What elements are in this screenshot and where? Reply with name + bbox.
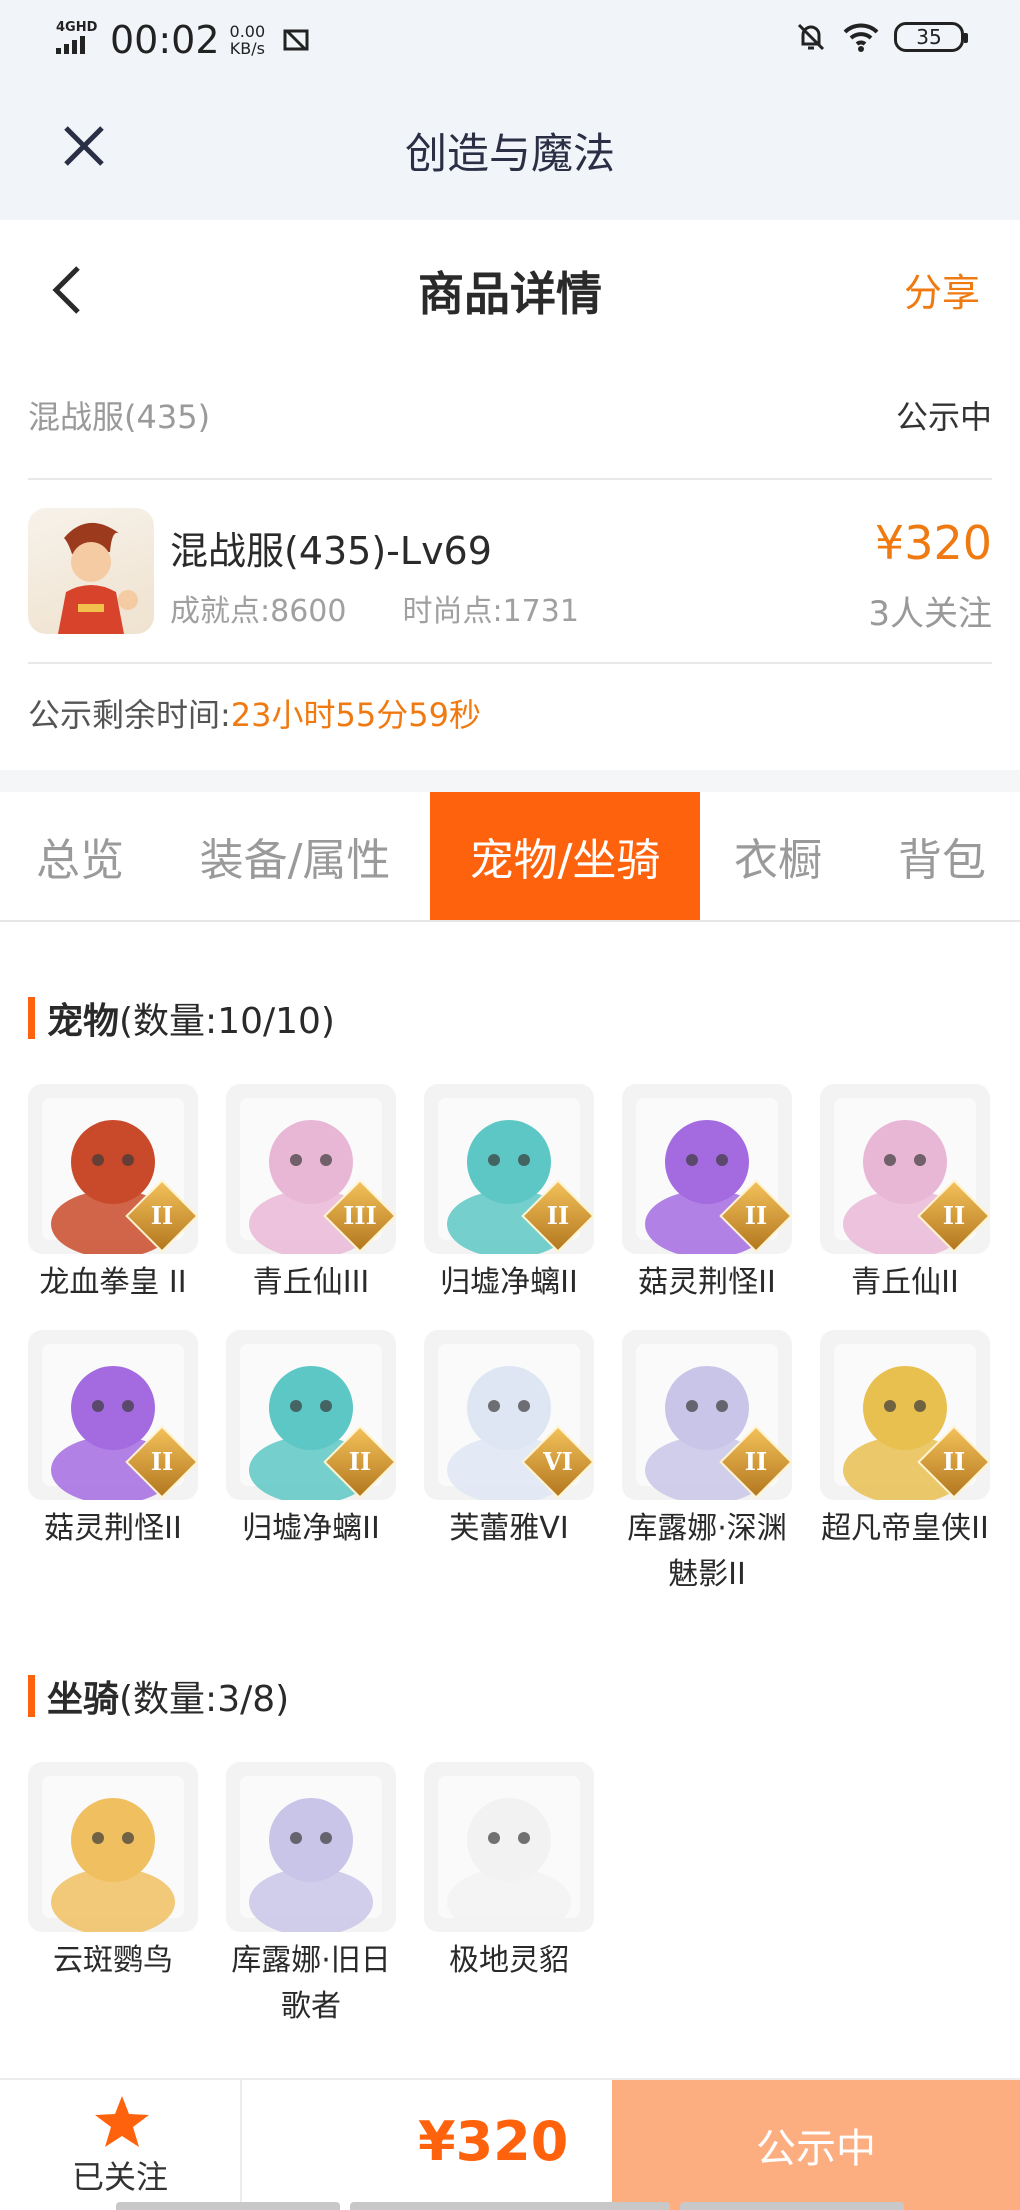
battery-indicator: 35 (894, 22, 968, 52)
star-icon (95, 2096, 149, 2147)
mount-thumbnail (226, 1762, 396, 1932)
server-name: 混战服(435) (28, 398, 211, 436)
nav-handle (350, 2202, 670, 2210)
pet-thumbnail: II (622, 1330, 792, 1500)
pets-section-title: 宠物 (数量:10/10) (28, 992, 335, 1044)
pet-item[interactable]: II 超凡帝皇侠II (820, 1330, 990, 1552)
achievement-points: 成就点:8600 (170, 594, 347, 629)
pet-thumbnail: II (28, 1330, 198, 1500)
pet-item[interactable]: VI 芙蕾雅VI (424, 1330, 594, 1552)
mount-name: 库露娜·旧日歌者 (231, 1943, 391, 2024)
pet-name: 归墟净螭II (242, 1511, 380, 1546)
mount-thumbnail (424, 1762, 594, 1932)
pet-name: 超凡帝皇侠II (821, 1511, 989, 1546)
signal-icon: 4GHD (56, 20, 98, 60)
tab-wardrobe[interactable]: 衣橱 (700, 792, 856, 920)
pet-item[interactable]: II 库露娜·深渊魅影II (622, 1330, 792, 1598)
pet-thumbnail: II (622, 1084, 792, 1254)
tab-bar: 总览 装备/属性 宠物/坐骑 衣橱 背包 (0, 792, 1020, 922)
network-speed: 0.00 KB/s (229, 22, 266, 58)
mounts-count: (数量:3/8) (119, 1679, 290, 1720)
server-row: 混战服(435) 公示中 (28, 390, 992, 440)
page-title: 商品详情 (418, 267, 602, 321)
character-stats: 成就点:8600 时尚点:1731 (170, 586, 579, 630)
wifi-icon (843, 23, 879, 52)
follow-label: 已关注 (71, 2158, 168, 2196)
listing-status: 公示中 (895, 398, 992, 436)
pet-thumbnail: II (820, 1330, 990, 1500)
pet-name: 菇灵荆怪II (638, 1265, 776, 1300)
pet-name: 青丘仙III (252, 1265, 370, 1300)
pet-item[interactable]: II 龙血拳皇 II (28, 1084, 198, 1306)
pet-name: 归墟净螭II (440, 1265, 578, 1300)
mount-item[interactable]: 库露娜·旧日歌者 (226, 1762, 396, 2030)
pet-thumbnail: II (820, 1084, 990, 1254)
network-type: 4GHD (56, 20, 98, 35)
divider (28, 478, 992, 480)
pet-item[interactable]: II 归墟净螭II (226, 1330, 396, 1552)
remaining-time: 公示剩余时间:23小时55分59秒 (28, 696, 481, 734)
pet-thumbnail: II (424, 1084, 594, 1254)
pet-name: 菇灵荆怪II (44, 1511, 182, 1546)
pet-item[interactable]: II 菇灵荆怪II (622, 1084, 792, 1306)
app-bar: 创造与魔法 (0, 80, 1020, 220)
pet-thumbnail: II (28, 1084, 198, 1254)
mute-bell-icon (797, 23, 825, 51)
section-gap (0, 770, 1020, 792)
pet-name: 龙血拳皇 II (39, 1265, 187, 1300)
pet-thumbnail: II (226, 1330, 396, 1500)
nav-handle (680, 2202, 904, 2210)
status-time: 00:02 (110, 18, 220, 62)
pet-item[interactable]: II 归墟净螭II (424, 1084, 594, 1306)
mount-thumbnail (28, 1762, 198, 1932)
pet-item[interactable]: III 青丘仙III (226, 1084, 396, 1306)
pet-item[interactable]: II 青丘仙II (820, 1084, 990, 1306)
tab-equipment[interactable]: 装备/属性 (168, 792, 422, 920)
nav-handle (116, 2202, 340, 2210)
app-title: 创造与魔法 (404, 129, 615, 178)
tab-pets-mounts[interactable]: 宠物/坐骑 (430, 792, 700, 920)
publicity-status-button[interactable]: 公示中 (612, 2080, 1020, 2210)
fashion-points: 时尚点:1731 (402, 594, 579, 629)
pet-name: 青丘仙II (851, 1265, 959, 1300)
mounts-section-title: 坐骑 (数量:3/8) (28, 1670, 289, 1722)
status-bar: 4GHD 00:02 0.00 KB/s 35 (0, 0, 1020, 80)
bottom-action-bar: 已关注 ¥320 公示中 (0, 2078, 1020, 2210)
remaining-time-value: 23小时55分59秒 (230, 696, 481, 734)
character-card: 混战服(435)-Lv69 成就点:8600 时尚点:1731 ¥320 3人关… (28, 500, 992, 640)
pet-thumbnail: VI (424, 1330, 594, 1500)
pet-name: 芙蕾雅VI (449, 1511, 569, 1546)
follow-button[interactable]: 已关注 (0, 2080, 242, 2210)
mount-item[interactable]: 极地灵貂 (424, 1762, 594, 1984)
tab-backpack[interactable]: 背包 (864, 792, 1020, 920)
pet-thumbnail: III (226, 1084, 396, 1254)
pet-item[interactable]: II 菇灵荆怪II (28, 1330, 198, 1552)
pet-name: 库露娜·深渊魅影II (627, 1511, 787, 1592)
screenshot-icon (283, 29, 309, 51)
divider (28, 662, 992, 664)
mount-name: 云斑鹦鸟 (53, 1943, 173, 1978)
pets-count: (数量:10/10) (119, 1001, 335, 1042)
tab-overview[interactable]: 总览 (0, 792, 160, 920)
price: ¥320 (874, 516, 992, 570)
mount-item[interactable]: 云斑鹦鸟 (28, 1762, 198, 1984)
character-name: 混战服(435)-Lv69 (170, 529, 492, 573)
follower-count: 3人关注 (868, 594, 992, 634)
page-header: 商品详情 分享 (0, 220, 1020, 350)
share-button[interactable]: 分享 (904, 262, 980, 317)
character-avatar (28, 508, 154, 634)
mount-name: 极地灵貂 (449, 1943, 569, 1978)
bottom-price: ¥320 (418, 2110, 569, 2173)
